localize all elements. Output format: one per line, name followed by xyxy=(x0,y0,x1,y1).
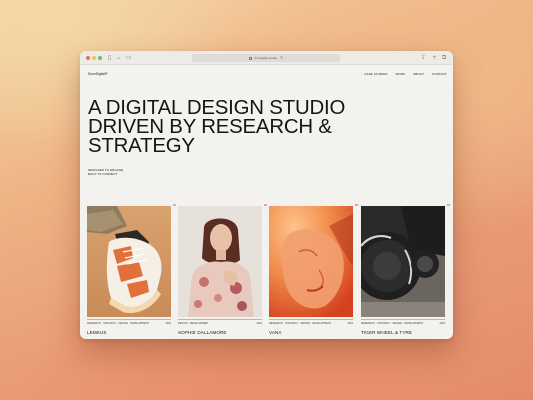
minimize-window-button[interactable] xyxy=(92,56,96,60)
card-divider xyxy=(87,319,171,320)
url-text: dunnigital.studio xyxy=(254,56,278,60)
site-logo[interactable]: DunnDigital® xyxy=(88,72,107,76)
project-image-tyre[interactable] xyxy=(361,206,445,317)
project-image-portrait[interactable] xyxy=(178,206,262,317)
project-tags: DESIGN · DEVELOPMENT xyxy=(178,322,209,325)
plus-icon[interactable]: + xyxy=(432,54,437,62)
maximize-window-button[interactable] xyxy=(98,56,102,60)
sidebar-toggle-icon[interactable]: ▯ xyxy=(108,54,111,62)
address-bar[interactable]: dunnigital.studio ↻ xyxy=(192,54,340,62)
share-icon[interactable]: ⇪ xyxy=(421,54,426,62)
card-divider xyxy=(269,319,353,320)
card-divider xyxy=(178,319,262,320)
project-year: 2024 xyxy=(256,322,262,325)
browser-window: ▯ ⌄ ▭ dunnigital.studio ↻ ⇪ + ⧉ DunnDigi… xyxy=(80,51,453,339)
hero-subline: DESIGNED TO ENGAGE BUILT TO CONNECT xyxy=(88,168,123,176)
project-year: 2024 xyxy=(347,322,353,325)
project-title[interactable]: SOPHIE DALLAMORE xyxy=(178,330,227,335)
tab-overview-icon[interactable]: ▭ xyxy=(126,54,132,62)
project-title[interactable]: VANA xyxy=(269,330,282,335)
headline-line-3: STRATEGY xyxy=(88,135,195,157)
nav-about[interactable]: ABOUT xyxy=(413,72,424,76)
lock-icon xyxy=(248,56,252,60)
website-page: DunnDigital® CASE STUDIES WORK ABOUT CON… xyxy=(80,65,453,339)
project-image-sneaker[interactable] xyxy=(87,206,171,317)
chevron-down-icon[interactable]: ⌄ xyxy=(116,54,121,62)
project-counter: 01 xyxy=(173,204,176,207)
project-counter: 03 xyxy=(355,204,358,207)
project-counter: 04 xyxy=(447,204,450,207)
reload-icon[interactable]: ↻ xyxy=(280,56,283,60)
site-nav: CASE STUDIES WORK ABOUT CONTACT xyxy=(364,72,447,76)
subline-line-2: BUILT TO CONNECT xyxy=(88,172,118,177)
copy-icon[interactable]: ⧉ xyxy=(442,54,446,62)
project-image-face[interactable] xyxy=(269,206,353,317)
close-window-button[interactable] xyxy=(86,56,90,60)
card-divider xyxy=(361,319,445,320)
nav-work[interactable]: WORK xyxy=(395,72,405,76)
project-tags: RESEARCH · STRATEGY · DESIGN · DEVELOPME… xyxy=(361,322,424,325)
project-title[interactable]: TIGER WHEEL & TYRE xyxy=(361,330,412,335)
project-tags: RESEARCH · STRATEGY · DESIGN · DEVELOPME… xyxy=(269,322,332,325)
browser-toolbar: ▯ ⌄ ▭ dunnigital.studio ↻ ⇪ + ⧉ xyxy=(80,51,453,65)
nav-contact[interactable]: CONTACT xyxy=(432,72,447,76)
project-title[interactable]: LEMKUS xyxy=(87,330,107,335)
project-year: 2024 xyxy=(439,322,445,325)
project-counter: 02 xyxy=(264,204,267,207)
nav-case-studies[interactable]: CASE STUDIES xyxy=(364,72,387,76)
project-year: 2024 xyxy=(165,322,171,325)
hero-headline: A DIGITAL DESIGN STUDIO DRIVEN BY RESEAR… xyxy=(88,98,408,157)
project-tags: RESEARCH · STRATEGY · DESIGN · DEVELOPME… xyxy=(87,322,150,325)
